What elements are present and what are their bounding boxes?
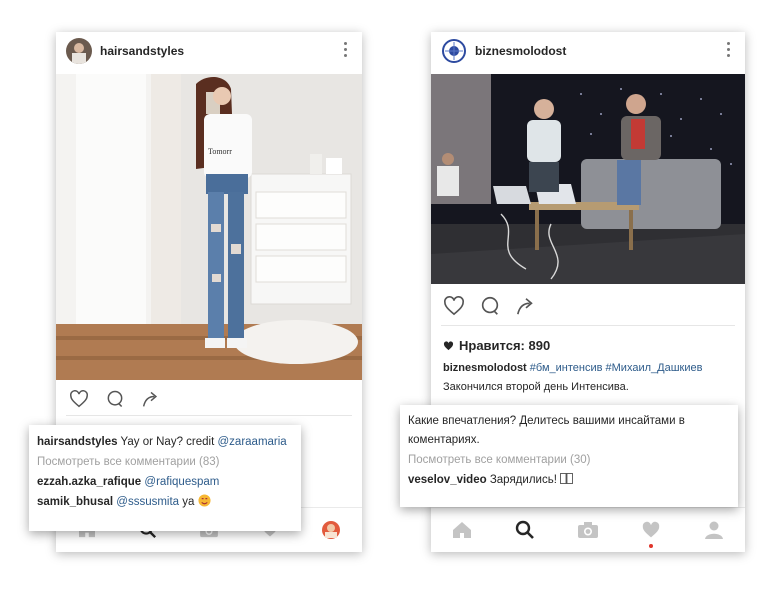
caption-hashtags[interactable]: #бм_интенсив #Михаил_Дашкиев [530, 362, 703, 374]
avatar[interactable] [441, 38, 467, 64]
comments-callout: hairsandstyles Yay or Nay? credit @zaraa… [29, 425, 301, 531]
divider [441, 325, 735, 326]
likes-text: Нравится: 890 [459, 338, 551, 353]
post-photo[interactable]: Tomorr [56, 74, 362, 380]
nav-home[interactable] [449, 517, 475, 543]
bottom-navigation [431, 507, 745, 552]
avatar[interactable] [66, 38, 92, 64]
view-all-comments-link[interactable]: Посмотреть все комментарии (83) [37, 452, 293, 472]
nav-activity[interactable] [638, 517, 664, 548]
profile-avatar-icon [322, 521, 341, 539]
notification-dot [648, 544, 653, 548]
camera-icon [577, 522, 598, 538]
comment-row: ezzah.azka_rafique @rafiquespam [37, 472, 293, 492]
comment-username[interactable]: samik_bhusal [37, 496, 113, 508]
post-photo[interactable] [431, 74, 745, 284]
comment-text: ya [182, 496, 195, 508]
caption-text: Закончился второй день Интенсива. [443, 381, 629, 393]
post-username[interactable]: hairsandstyles [100, 44, 184, 58]
search-icon [515, 520, 535, 539]
caption-text: Какие впечатления? Делитесь вашими инсай… [408, 415, 685, 446]
comment-button[interactable] [479, 295, 501, 317]
mention-link[interactable]: @sssusmita [116, 496, 179, 508]
likes-count[interactable]: Нравится: 890 [443, 338, 550, 353]
post-actions [443, 295, 537, 317]
share-button[interactable] [515, 295, 537, 317]
comment-username[interactable]: veselov_video [408, 474, 487, 486]
view-all-comments-link[interactable]: Посмотреть все комментарии (30) [408, 450, 730, 470]
more-options-icon[interactable] [727, 42, 731, 58]
heart-icon [642, 521, 660, 538]
post-actions [68, 388, 162, 410]
comment-username[interactable]: ezzah.azka_rafique [37, 476, 141, 488]
mention-link[interactable]: @rafiquespam [144, 476, 219, 488]
comments-callout: Какие впечатления? Делитесь вашими инсай… [400, 405, 738, 507]
comment-icon [481, 296, 499, 315]
share-button[interactable] [140, 388, 162, 410]
caption-username[interactable]: biznesmolodost [443, 362, 527, 374]
comment-row: samik_bhusal @sssusmita ya [37, 492, 293, 512]
nav-search[interactable] [512, 517, 538, 543]
caption-row: hairsandstyles Yay or Nay? credit @zaraa… [37, 432, 293, 452]
post-header: biznesmolodost [431, 32, 745, 70]
like-button[interactable] [68, 388, 90, 410]
nav-camera[interactable] [575, 517, 601, 543]
caption-line: biznesmolodost #бм_интенсив #Михаил_Дашк… [443, 362, 702, 374]
profile-icon [704, 521, 723, 539]
share-icon [517, 298, 533, 315]
mention-link[interactable]: @zaraamaria [218, 436, 287, 448]
comment-username[interactable]: hairsandstyles [37, 436, 118, 448]
nav-profile[interactable] [701, 517, 727, 543]
caption-text: Yay or Nay? credit [120, 436, 215, 448]
emoji-icon [560, 473, 574, 484]
comment-text: Зарядились! [489, 474, 557, 486]
post-header: hairsandstyles [56, 32, 362, 70]
share-icon [142, 391, 158, 407]
nav-profile[interactable] [318, 517, 344, 543]
divider [66, 415, 352, 416]
more-options-icon[interactable] [344, 42, 348, 58]
comment-row: veselov_video Зарядились! [408, 470, 730, 490]
post-username[interactable]: biznesmolodost [475, 44, 566, 58]
svg-text:Tomorr: Tomorr [208, 147, 232, 156]
home-icon [453, 522, 472, 538]
emoji-icon [198, 494, 211, 507]
like-button[interactable] [443, 295, 465, 317]
comment-icon [107, 390, 123, 408]
heart-icon [444, 296, 464, 316]
heart-icon [70, 390, 88, 408]
comment-button[interactable] [104, 388, 126, 410]
heart-filled-icon [443, 340, 454, 350]
